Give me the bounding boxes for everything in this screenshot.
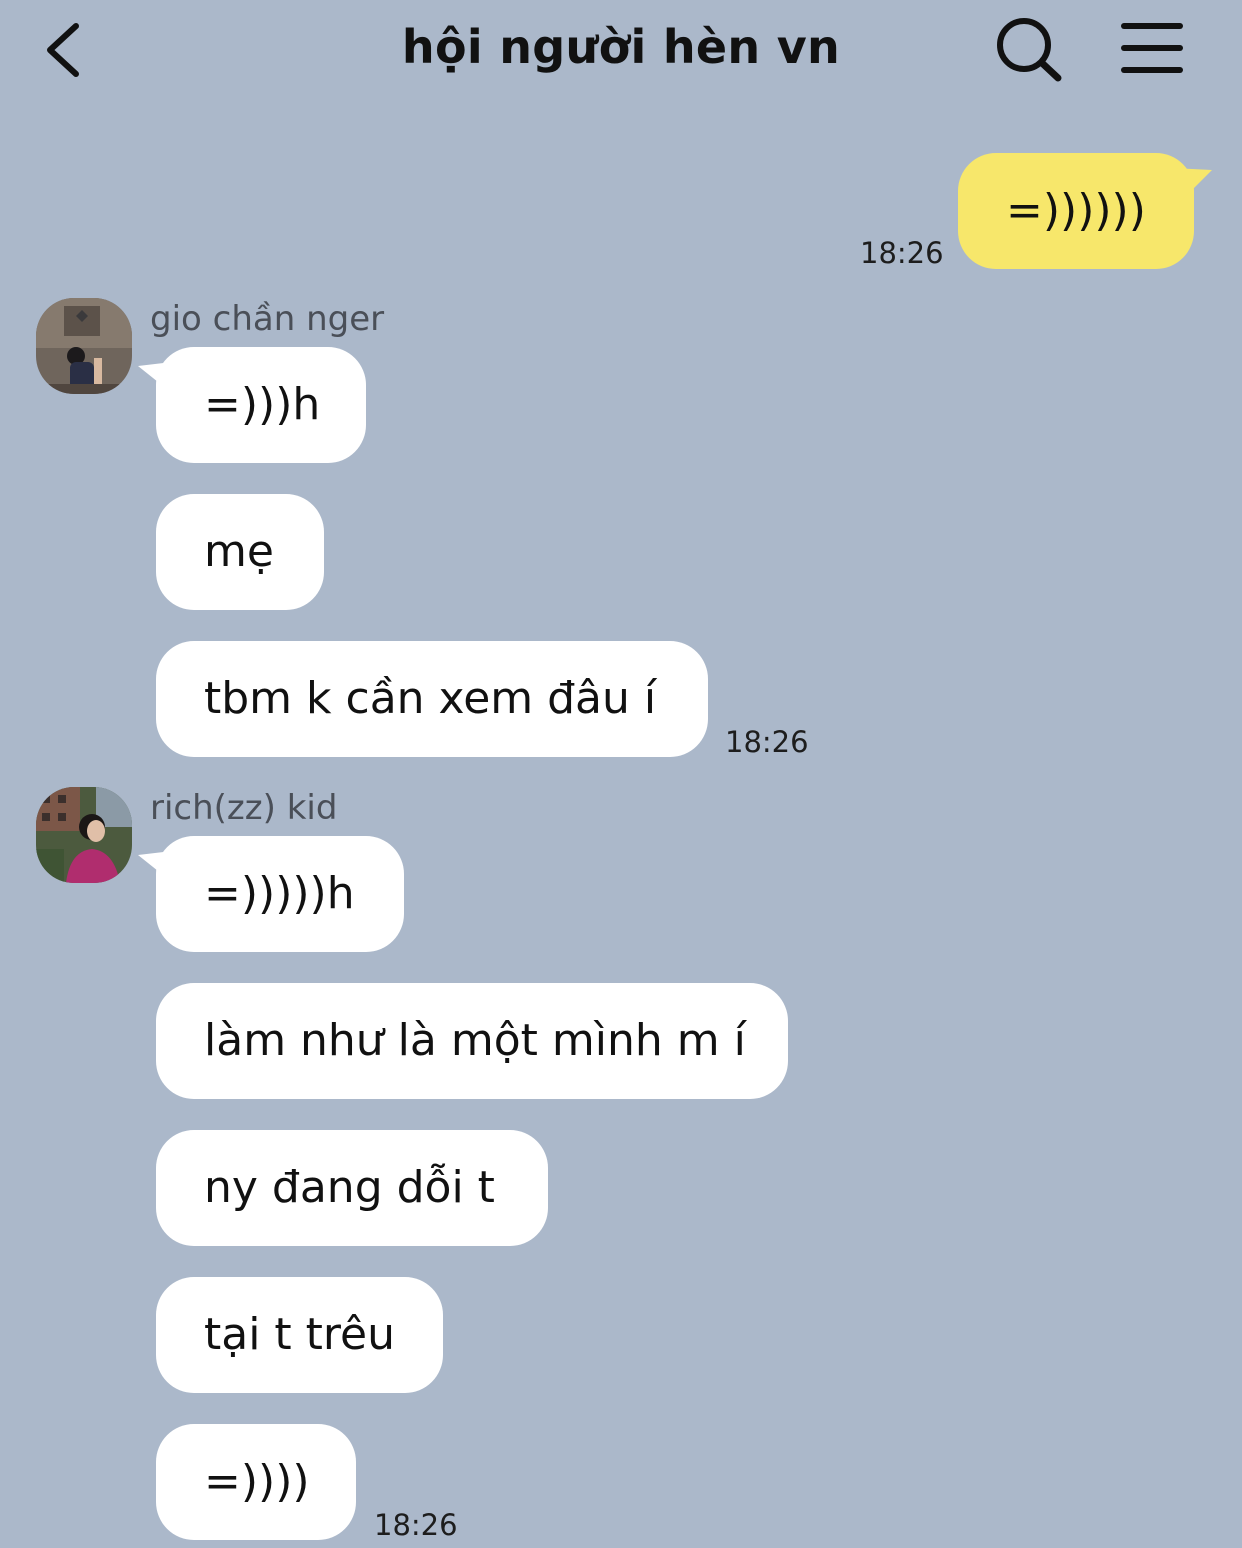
- outgoing-bubble-tail: [1172, 168, 1212, 202]
- sender-name: gio chần nger: [150, 299, 385, 339]
- incoming-message-bubble[interactable]: =)))))h: [156, 836, 404, 952]
- search-icon: [997, 18, 1062, 82]
- outgoing-message-bubble[interactable]: =)))))): [958, 153, 1194, 269]
- menu-button[interactable]: [1118, 16, 1188, 80]
- chat-screen: hội người hèn vn 18:26 =)))))) gio chần …: [0, 0, 1242, 1548]
- avatar-photo: [36, 787, 132, 883]
- incoming-message-bubble[interactable]: ny đang dỗi t: [156, 1130, 548, 1246]
- chevron-left-icon: [47, 23, 79, 77]
- message-time: 18:26: [374, 1508, 458, 1542]
- search-button[interactable]: [992, 14, 1068, 86]
- avatar[interactable]: [36, 298, 132, 394]
- avatar-photo: [36, 298, 132, 394]
- incoming-message-bubble[interactable]: =)))h: [156, 347, 366, 463]
- message-time: 18:26: [725, 725, 809, 759]
- sender-name: rich(zz) kid: [150, 788, 338, 828]
- back-button[interactable]: [38, 18, 94, 82]
- incoming-message-bubble[interactable]: tại t trêu: [156, 1277, 443, 1393]
- hamburger-menu-icon: [1121, 23, 1183, 73]
- incoming-message-bubble[interactable]: làm như là một mình m í: [156, 983, 788, 1099]
- incoming-message-bubble[interactable]: tbm k cần xem đâu í: [156, 641, 708, 757]
- incoming-message-bubble[interactable]: mẹ: [156, 494, 324, 610]
- chat-header: hội người hèn vn: [0, 0, 1242, 100]
- incoming-message-bubble[interactable]: =)))): [156, 1424, 356, 1540]
- message-time: 18:26: [860, 236, 944, 270]
- avatar[interactable]: [36, 787, 132, 883]
